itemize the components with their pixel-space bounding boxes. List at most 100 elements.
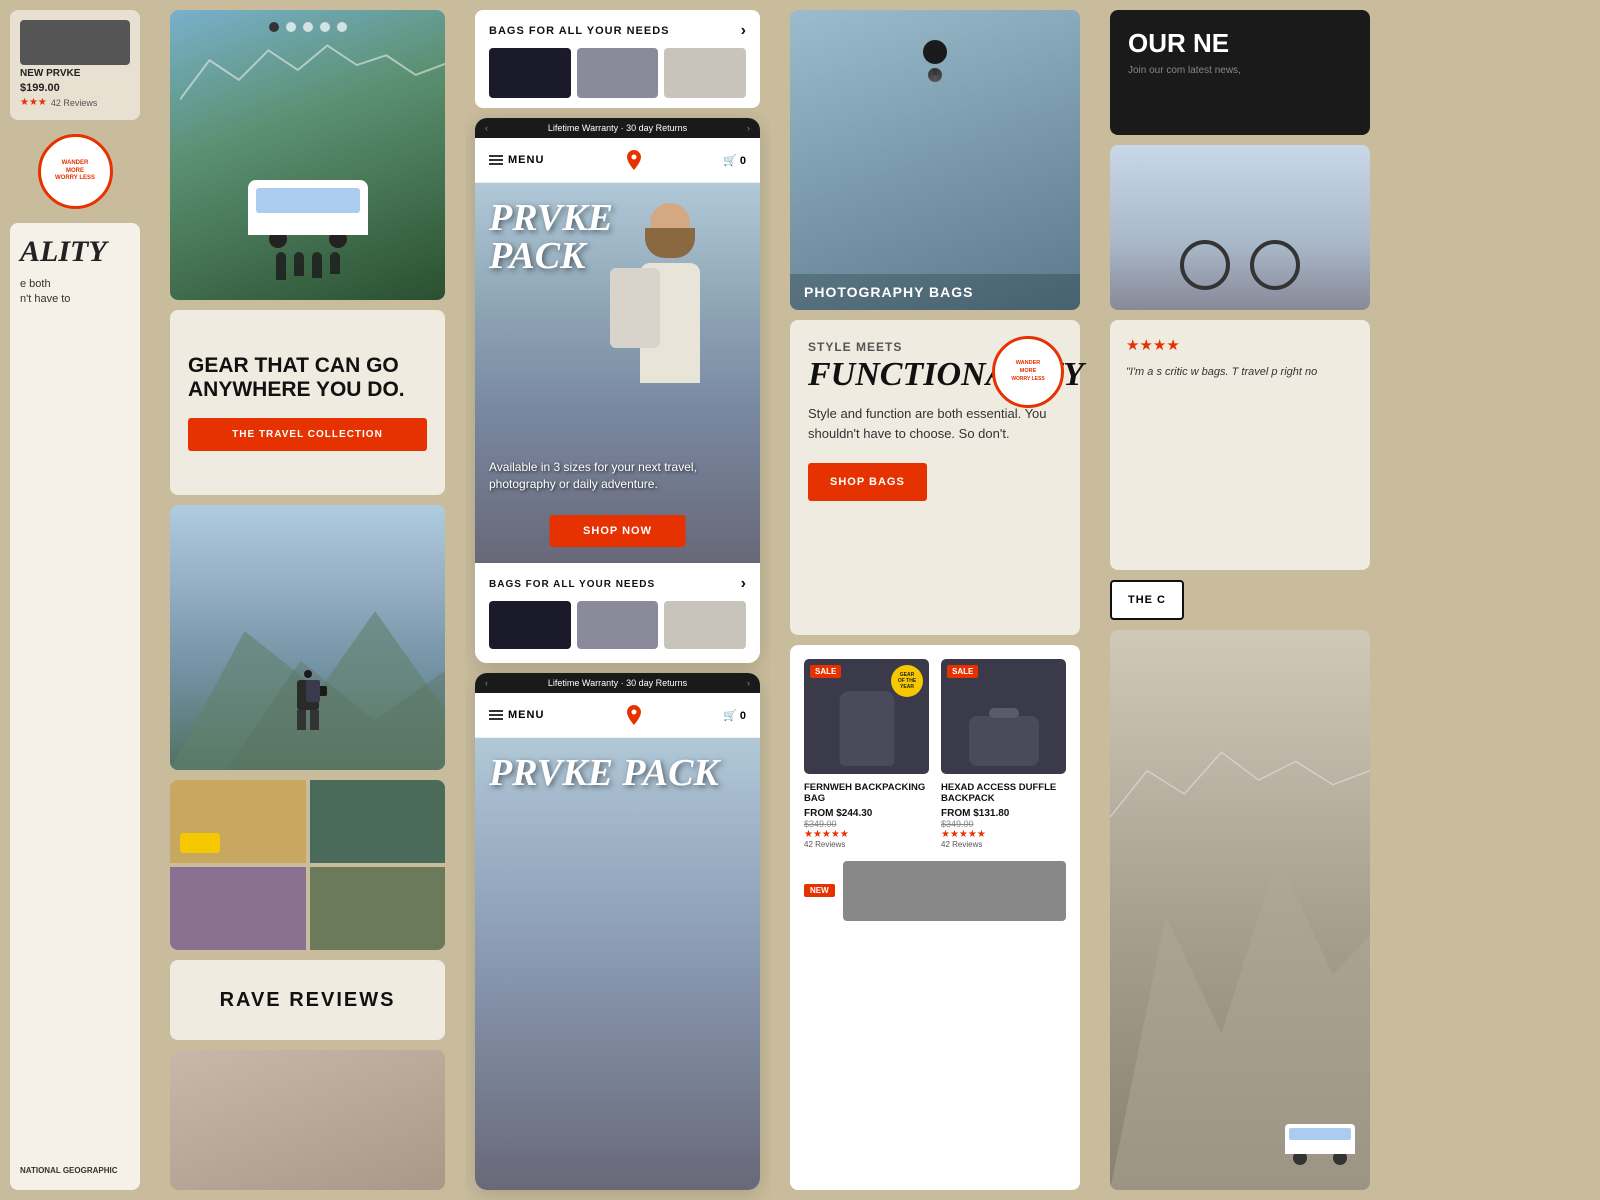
mountain-van-wheels bbox=[1285, 1154, 1355, 1165]
dot-4[interactable] bbox=[320, 22, 330, 32]
dot-3[interactable] bbox=[303, 22, 313, 32]
banner-text-2: Lifetime Warranty · 30 day Returns bbox=[548, 678, 687, 688]
banner-text-1: Lifetime Warranty · 30 day Returns bbox=[548, 123, 687, 133]
hamburger-line-3 bbox=[489, 163, 503, 165]
product-name: NEW PRVKE bbox=[20, 68, 130, 79]
banner-left-arrow-2: ‹ bbox=[485, 678, 488, 688]
shop-bags-button[interactable]: SHOP BAGS bbox=[808, 463, 927, 501]
fernweh-name: FERNWEH BACKPACKING BAG bbox=[804, 782, 929, 805]
column-1: NEW PRVKE $199.00 ★★★ 42 Reviews WANDERM… bbox=[0, 0, 150, 1200]
bags-header-top: BAGS FOR ALL YOUR NEEDS › bbox=[475, 10, 760, 108]
van-scene bbox=[198, 180, 418, 280]
hamburger-line-1 bbox=[489, 155, 503, 157]
fernweh-img: SALE GEAROF THEYEAR bbox=[804, 659, 929, 774]
products-grid: SALE GEAROF THEYEAR FERNWEH BACKPACKING … bbox=[790, 645, 1080, 1190]
carousel-dots bbox=[269, 22, 347, 32]
cart-label-1[interactable]: 🛒 0 bbox=[723, 154, 746, 167]
bag-thumb-b3 bbox=[664, 601, 746, 649]
hamburger-icon-2[interactable] bbox=[489, 710, 503, 720]
dot-2[interactable] bbox=[286, 22, 296, 32]
fernweh-stars: ★★★★★ bbox=[804, 829, 929, 840]
photography-bags-label: PHOTOGRAPHY BAGS bbox=[804, 284, 1066, 300]
van-window bbox=[256, 188, 360, 213]
the-c-button[interactable]: THE C bbox=[1110, 580, 1184, 620]
mountain-sketch bbox=[180, 40, 445, 100]
gear-promo-block: GEAR THAT CAN GO ANYWHERE YOU DO. THE TR… bbox=[170, 310, 445, 495]
woman-body bbox=[640, 263, 700, 383]
mountain-van bbox=[1285, 1124, 1355, 1165]
sale-badge-2: SALE bbox=[947, 665, 978, 678]
bags-arrow-bottom-1[interactable]: › bbox=[741, 575, 746, 593]
tagline-body: e bothn't have to bbox=[20, 277, 130, 308]
tagline-block: ALITY e bothn't have to NATIONAL GEOGRAP… bbox=[10, 223, 140, 1190]
cart-label-2[interactable]: 🛒 0 bbox=[723, 709, 746, 722]
bags-section-bottom-1: BAGS FOR ALL YOUR NEEDS › bbox=[475, 563, 760, 663]
photo-label-overlay: PHOTOGRAPHY BAGS bbox=[790, 274, 1080, 310]
brand-badge-container: WANDERMOREWORRY LESS bbox=[10, 134, 140, 209]
backpack-bag bbox=[610, 268, 660, 348]
brand-badge: WANDERMOREWORRY LESS bbox=[38, 134, 113, 209]
city-img-4 bbox=[310, 867, 446, 950]
person-2 bbox=[294, 252, 304, 276]
hexad-price: FROM $131.80 bbox=[941, 808, 1066, 819]
logo-pin-2[interactable] bbox=[620, 701, 648, 729]
person-3 bbox=[312, 252, 322, 278]
phone-navbar-1: MENU 🛒 0 bbox=[475, 138, 760, 183]
new-badge: NEW bbox=[804, 884, 835, 897]
leg-left bbox=[297, 710, 306, 730]
menu-group-2[interactable]: MENU bbox=[489, 709, 544, 721]
fernweh-reviews: 42 Reviews bbox=[804, 840, 929, 849]
bags-thumbnails-top bbox=[489, 48, 746, 98]
logo-pin-1[interactable] bbox=[620, 146, 648, 174]
hexad-reviews: 42 Reviews bbox=[941, 840, 1066, 849]
shop-now-button-1[interactable]: SHOP NOW bbox=[549, 515, 686, 547]
review-block: ★★★★ "I'm a s critic w bags. T travel p … bbox=[1110, 320, 1370, 570]
logo-pin-icon-1 bbox=[622, 148, 646, 172]
dot-1[interactable] bbox=[269, 22, 279, 32]
menu-group[interactable]: MENU bbox=[489, 154, 544, 166]
newsletter-body: Join our com latest news, bbox=[1128, 64, 1352, 78]
phone-banner-2: ‹ Lifetime Warranty · 30 day Returns › bbox=[475, 673, 760, 693]
column-3: BAGS FOR ALL YOUR NEEDS › ‹ Lifetime War… bbox=[465, 0, 770, 1200]
photo-bags-image: PHOTOGRAPHY BAGS bbox=[790, 10, 1080, 310]
mountain-scene bbox=[1110, 630, 1370, 1190]
phone-mockup-1: ‹ Lifetime Warranty · 30 day Returns › M… bbox=[475, 118, 760, 663]
hero-title-1: PRVKEPACK bbox=[489, 199, 613, 275]
carousel-image bbox=[170, 10, 445, 300]
column-4: PHOTOGRAPHY BAGS WANDERMOREWORRY LESS ST… bbox=[780, 0, 1090, 1200]
hexad-name: HEXAD ACCESS DUFFLE BACKPACK bbox=[941, 782, 1066, 805]
badge-text: WANDERMOREWORRY LESS bbox=[55, 160, 95, 183]
camera-lens bbox=[928, 68, 942, 82]
nat-geo-label: NATIONAL GEOGRAPHIC bbox=[20, 1166, 130, 1176]
person-4 bbox=[330, 252, 340, 274]
mountain-van-body bbox=[1285, 1124, 1355, 1154]
review-photo-bg bbox=[170, 1050, 445, 1190]
hamburger-icon[interactable] bbox=[489, 155, 503, 165]
product-preview-card: NEW PRVKE $199.00 ★★★ 42 Reviews bbox=[10, 10, 140, 120]
mountain-sketch-2 bbox=[1110, 640, 1370, 920]
hexad-orig-price: $349.00 bbox=[941, 819, 1066, 829]
style-badge: WANDERMOREWORRY LESS bbox=[992, 336, 1064, 408]
menu-label-2[interactable]: MENU bbox=[508, 709, 544, 721]
new-product-img bbox=[843, 861, 1066, 921]
city-img-3 bbox=[170, 867, 306, 950]
product-hexad: SALE HEXAD ACCESS DUFFLE BACKPACK FROM $… bbox=[941, 659, 1066, 849]
backpack bbox=[306, 680, 320, 702]
bag-thumb-b2 bbox=[577, 601, 659, 649]
menu-label-1[interactable]: MENU bbox=[508, 154, 544, 166]
travel-collection-button[interactable]: THE TRAVEL COLLECTION bbox=[188, 418, 427, 451]
bag-silhouette-1 bbox=[839, 691, 894, 766]
people-group bbox=[198, 252, 418, 280]
phone-hero-2: PRVKE PACK bbox=[475, 738, 760, 1190]
bags-arrow-top[interactable]: › bbox=[741, 22, 746, 40]
bag-thumb-b1 bbox=[489, 601, 571, 649]
duffle-handle bbox=[989, 708, 1019, 718]
products-inner-grid: SALE GEAROF THEYEAR FERNWEH BACKPACKING … bbox=[804, 659, 1066, 849]
banner-right-arrow-2: › bbox=[747, 678, 750, 688]
bike-image bbox=[1110, 145, 1370, 310]
newsletter-title: OUR NE bbox=[1128, 28, 1352, 59]
style-func-block: WANDERMOREWORRY LESS STYLE MEETS FUNCTIO… bbox=[790, 320, 1080, 635]
head bbox=[304, 670, 312, 678]
dot-5[interactable] bbox=[337, 22, 347, 32]
leg-right bbox=[310, 710, 319, 730]
